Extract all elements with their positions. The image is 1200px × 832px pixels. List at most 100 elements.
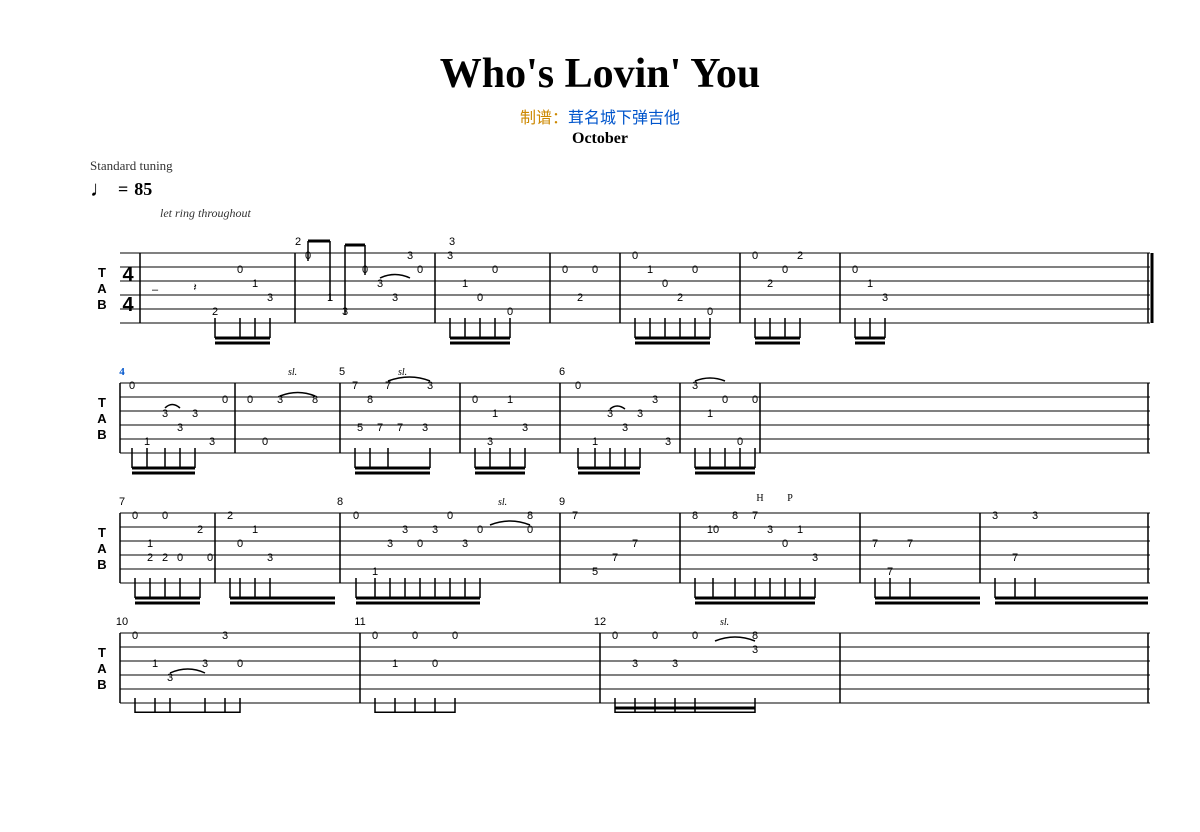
svg-text:sl.: sl. <box>288 367 297 378</box>
svg-text:0: 0 <box>132 630 138 642</box>
svg-text:7: 7 <box>377 422 383 434</box>
svg-text:8: 8 <box>367 394 373 406</box>
svg-text:3: 3 <box>177 422 183 434</box>
svg-text:7: 7 <box>752 510 758 522</box>
svg-text:3: 3 <box>392 292 398 304</box>
svg-text:A: A <box>97 541 107 556</box>
note-icon: ♩ <box>90 176 112 202</box>
svg-text:7: 7 <box>397 422 403 434</box>
svg-text:4: 4 <box>122 264 134 286</box>
svg-text:1: 1 <box>252 278 258 290</box>
svg-text:7: 7 <box>887 566 893 578</box>
svg-text:2: 2 <box>212 306 218 318</box>
svg-text:3: 3 <box>202 658 208 670</box>
svg-text:A: A <box>97 411 107 426</box>
svg-text:P: P <box>787 493 793 504</box>
svg-text:0: 0 <box>652 630 658 642</box>
svg-text:2: 2 <box>295 236 301 248</box>
svg-text:0: 0 <box>477 524 483 536</box>
svg-text:1: 1 <box>392 658 398 670</box>
svg-text:0: 0 <box>492 264 498 276</box>
svg-text:3: 3 <box>637 408 643 420</box>
svg-text:2: 2 <box>227 510 233 522</box>
svg-text:0: 0 <box>477 292 483 304</box>
svg-text:3: 3 <box>377 278 383 290</box>
svg-text:0: 0 <box>707 306 713 318</box>
svg-text:8: 8 <box>732 510 738 522</box>
svg-text:0: 0 <box>575 380 581 392</box>
svg-text:12: 12 <box>594 616 606 628</box>
svg-text:B: B <box>97 427 106 442</box>
svg-text:3: 3 <box>449 236 455 248</box>
svg-text:0: 0 <box>237 658 243 670</box>
svg-text:5: 5 <box>592 566 598 578</box>
svg-text:0: 0 <box>562 264 568 276</box>
svg-text:3: 3 <box>812 552 818 564</box>
svg-text:2: 2 <box>797 250 803 262</box>
svg-text:0: 0 <box>692 630 698 642</box>
svg-text:0: 0 <box>247 394 253 406</box>
tab-system-1: T A B 4 4 – 𝄽 2 0 1 3 2 0 1 3 0 3 <box>40 223 1160 353</box>
svg-text:3: 3 <box>882 292 888 304</box>
svg-text:0: 0 <box>472 394 478 406</box>
svg-text:B: B <box>97 297 106 312</box>
svg-text:0: 0 <box>372 630 378 642</box>
svg-text:0: 0 <box>852 264 858 276</box>
svg-text:2: 2 <box>577 292 583 304</box>
tempo-section: ♩ = 85 <box>90 176 1160 202</box>
svg-text:0: 0 <box>737 436 743 448</box>
svg-text:8: 8 <box>752 630 758 642</box>
svg-text:0: 0 <box>452 630 458 642</box>
song-title: Who's Lovin' You <box>40 50 1160 98</box>
tab-system-4: T A B 10 0 1 3 3 3 0 11 0 1 0 0 0 12 <box>40 613 1160 713</box>
svg-text:7: 7 <box>632 538 638 550</box>
svg-text:1: 1 <box>462 278 468 290</box>
svg-text:0: 0 <box>527 524 533 536</box>
svg-text:3: 3 <box>267 292 273 304</box>
svg-text:0: 0 <box>752 394 758 406</box>
svg-text:H: H <box>756 493 763 504</box>
svg-text:sl.: sl. <box>720 617 729 628</box>
svg-text:7: 7 <box>352 380 358 392</box>
tuning-label: Standard tuning <box>90 158 1160 174</box>
subtitle-maker: 制谱： <box>520 110 568 127</box>
page: Who's Lovin' You 制谱：茸名城下弹吉他 October Stan… <box>0 0 1200 733</box>
svg-text:0: 0 <box>662 278 668 290</box>
svg-text:3: 3 <box>422 422 428 434</box>
svg-text:0: 0 <box>632 250 638 262</box>
svg-text:7: 7 <box>385 380 391 392</box>
svg-text:3: 3 <box>632 658 638 670</box>
svg-text:7: 7 <box>612 552 618 564</box>
svg-text:3: 3 <box>402 524 408 536</box>
svg-text:5: 5 <box>357 422 363 434</box>
svg-text:0: 0 <box>782 264 788 276</box>
tempo-value: 85 <box>134 179 152 200</box>
svg-text:2: 2 <box>162 552 168 564</box>
title-section: Who's Lovin' You 制谱：茸名城下弹吉他 October <box>40 50 1160 148</box>
svg-text:3: 3 <box>462 538 468 550</box>
svg-text:sl.: sl. <box>398 367 407 378</box>
svg-text:11: 11 <box>354 616 365 628</box>
svg-text:3: 3 <box>992 510 998 522</box>
svg-text:3: 3 <box>267 552 273 564</box>
svg-text:0: 0 <box>177 552 183 564</box>
svg-text:8: 8 <box>337 496 343 508</box>
svg-text:1: 1 <box>144 436 150 448</box>
svg-text:10: 10 <box>707 524 719 536</box>
svg-text:3: 3 <box>167 672 173 684</box>
svg-text:3: 3 <box>652 394 658 406</box>
svg-text:A: A <box>97 661 107 676</box>
svg-text:0: 0 <box>432 658 438 670</box>
svg-text:0: 0 <box>222 394 228 406</box>
svg-text:A: A <box>97 281 107 296</box>
tab-system-2: T A B 4 0 1 3 3 3 3 0 0 0 sl. 3 8 <box>40 353 1160 483</box>
svg-text:3: 3 <box>209 436 215 448</box>
svg-text:3: 3 <box>752 644 758 656</box>
svg-text:T: T <box>98 525 106 540</box>
svg-text:7: 7 <box>572 510 578 522</box>
svg-text:0: 0 <box>692 264 698 276</box>
svg-text:1: 1 <box>707 408 713 420</box>
svg-text:0: 0 <box>237 264 243 276</box>
svg-text:B: B <box>97 557 106 572</box>
svg-text:0: 0 <box>612 630 618 642</box>
